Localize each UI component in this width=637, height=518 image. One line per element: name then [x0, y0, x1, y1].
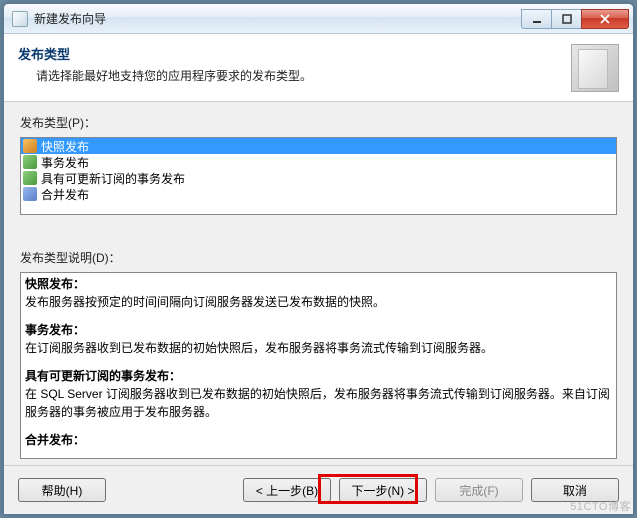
help-button[interactable]: 帮助(H) — [18, 478, 106, 502]
window-title: 新建发布向导 — [34, 10, 521, 27]
snapshot-icon — [23, 139, 37, 153]
minimize-button[interactable] — [521, 9, 551, 29]
desc-title: 事务发布： — [25, 323, 85, 337]
desc-body: 在 SQL Server 订阅服务器收到已发布数据的初始快照后，发布服务器将事务… — [25, 387, 610, 419]
merge-icon — [23, 187, 37, 201]
desc-body: 发布服务器按预定的时间间隔向订阅服务器发送已发布数据的快照。 — [25, 295, 385, 309]
list-item[interactable]: 快照发布 — [21, 138, 616, 154]
page-title: 发布类型 — [18, 44, 561, 63]
desc-title: 快照发布： — [25, 277, 85, 291]
desc-section: 事务发布： 在订阅服务器收到已发布数据的初始快照后，发布服务器将事务流式传输到订… — [25, 321, 612, 357]
wizard-body: 发布类型(P)： 快照发布 事务发布 具有可更新订阅的事务发布 合并发布 发布类… — [4, 102, 633, 465]
list-item-label: 具有可更新订阅的事务发布 — [41, 170, 185, 187]
next-button[interactable]: 下一步(N) > — [339, 478, 427, 502]
desc-section: 合并发布： — [25, 431, 612, 449]
desc-section: 具有可更新订阅的事务发布： 在 SQL Server 订阅服务器收到已发布数据的… — [25, 367, 612, 421]
wizard-header: 发布类型 请选择能最好地支持您的应用程序要求的发布类型。 — [4, 34, 633, 102]
desc-section: 快照发布： 发布服务器按预定的时间间隔向订阅服务器发送已发布数据的快照。 — [25, 275, 612, 311]
back-button[interactable]: < 上一步(B) — [243, 478, 331, 502]
app-icon — [12, 11, 28, 27]
list-item-label: 合并发布 — [41, 186, 89, 203]
description-textbox[interactable]: 快照发布： 发布服务器按预定的时间间隔向订阅服务器发送已发布数据的快照。 事务发… — [20, 272, 617, 459]
finish-button: 完成(F) — [435, 478, 523, 502]
window-controls — [521, 9, 629, 29]
titlebar: 新建发布向导 — [4, 4, 633, 34]
type-list-label: 发布类型(P)： — [20, 114, 617, 131]
list-item[interactable]: 合并发布 — [21, 186, 616, 202]
description-label: 发布类型说明(D)： — [20, 249, 617, 266]
page-icon — [571, 44, 619, 92]
transactional-icon — [23, 155, 37, 169]
page-subtitle: 请选择能最好地支持您的应用程序要求的发布类型。 — [18, 67, 561, 84]
publication-type-listbox[interactable]: 快照发布 事务发布 具有可更新订阅的事务发布 合并发布 — [20, 137, 617, 215]
close-button[interactable] — [581, 9, 629, 29]
list-item-label: 快照发布 — [41, 138, 89, 155]
maximize-button[interactable] — [551, 9, 581, 29]
wizard-window: 新建发布向导 发布类型 请选择能最好地支持您的应用程序要求的发布类型。 发布类型… — [3, 3, 634, 515]
cancel-button[interactable]: 取消 — [531, 478, 619, 502]
desc-title: 具有可更新订阅的事务发布： — [25, 369, 181, 383]
button-bar: 帮助(H) < 上一步(B) 下一步(N) > 完成(F) 取消 — [4, 465, 633, 514]
list-item[interactable]: 具有可更新订阅的事务发布 — [21, 170, 616, 186]
transactional-updatable-icon — [23, 171, 37, 185]
list-item-label: 事务发布 — [41, 154, 89, 171]
list-item[interactable]: 事务发布 — [21, 154, 616, 170]
desc-title: 合并发布： — [25, 433, 85, 447]
desc-body: 在订阅服务器收到已发布数据的初始快照后，发布服务器将事务流式传输到订阅服务器。 — [25, 341, 493, 355]
